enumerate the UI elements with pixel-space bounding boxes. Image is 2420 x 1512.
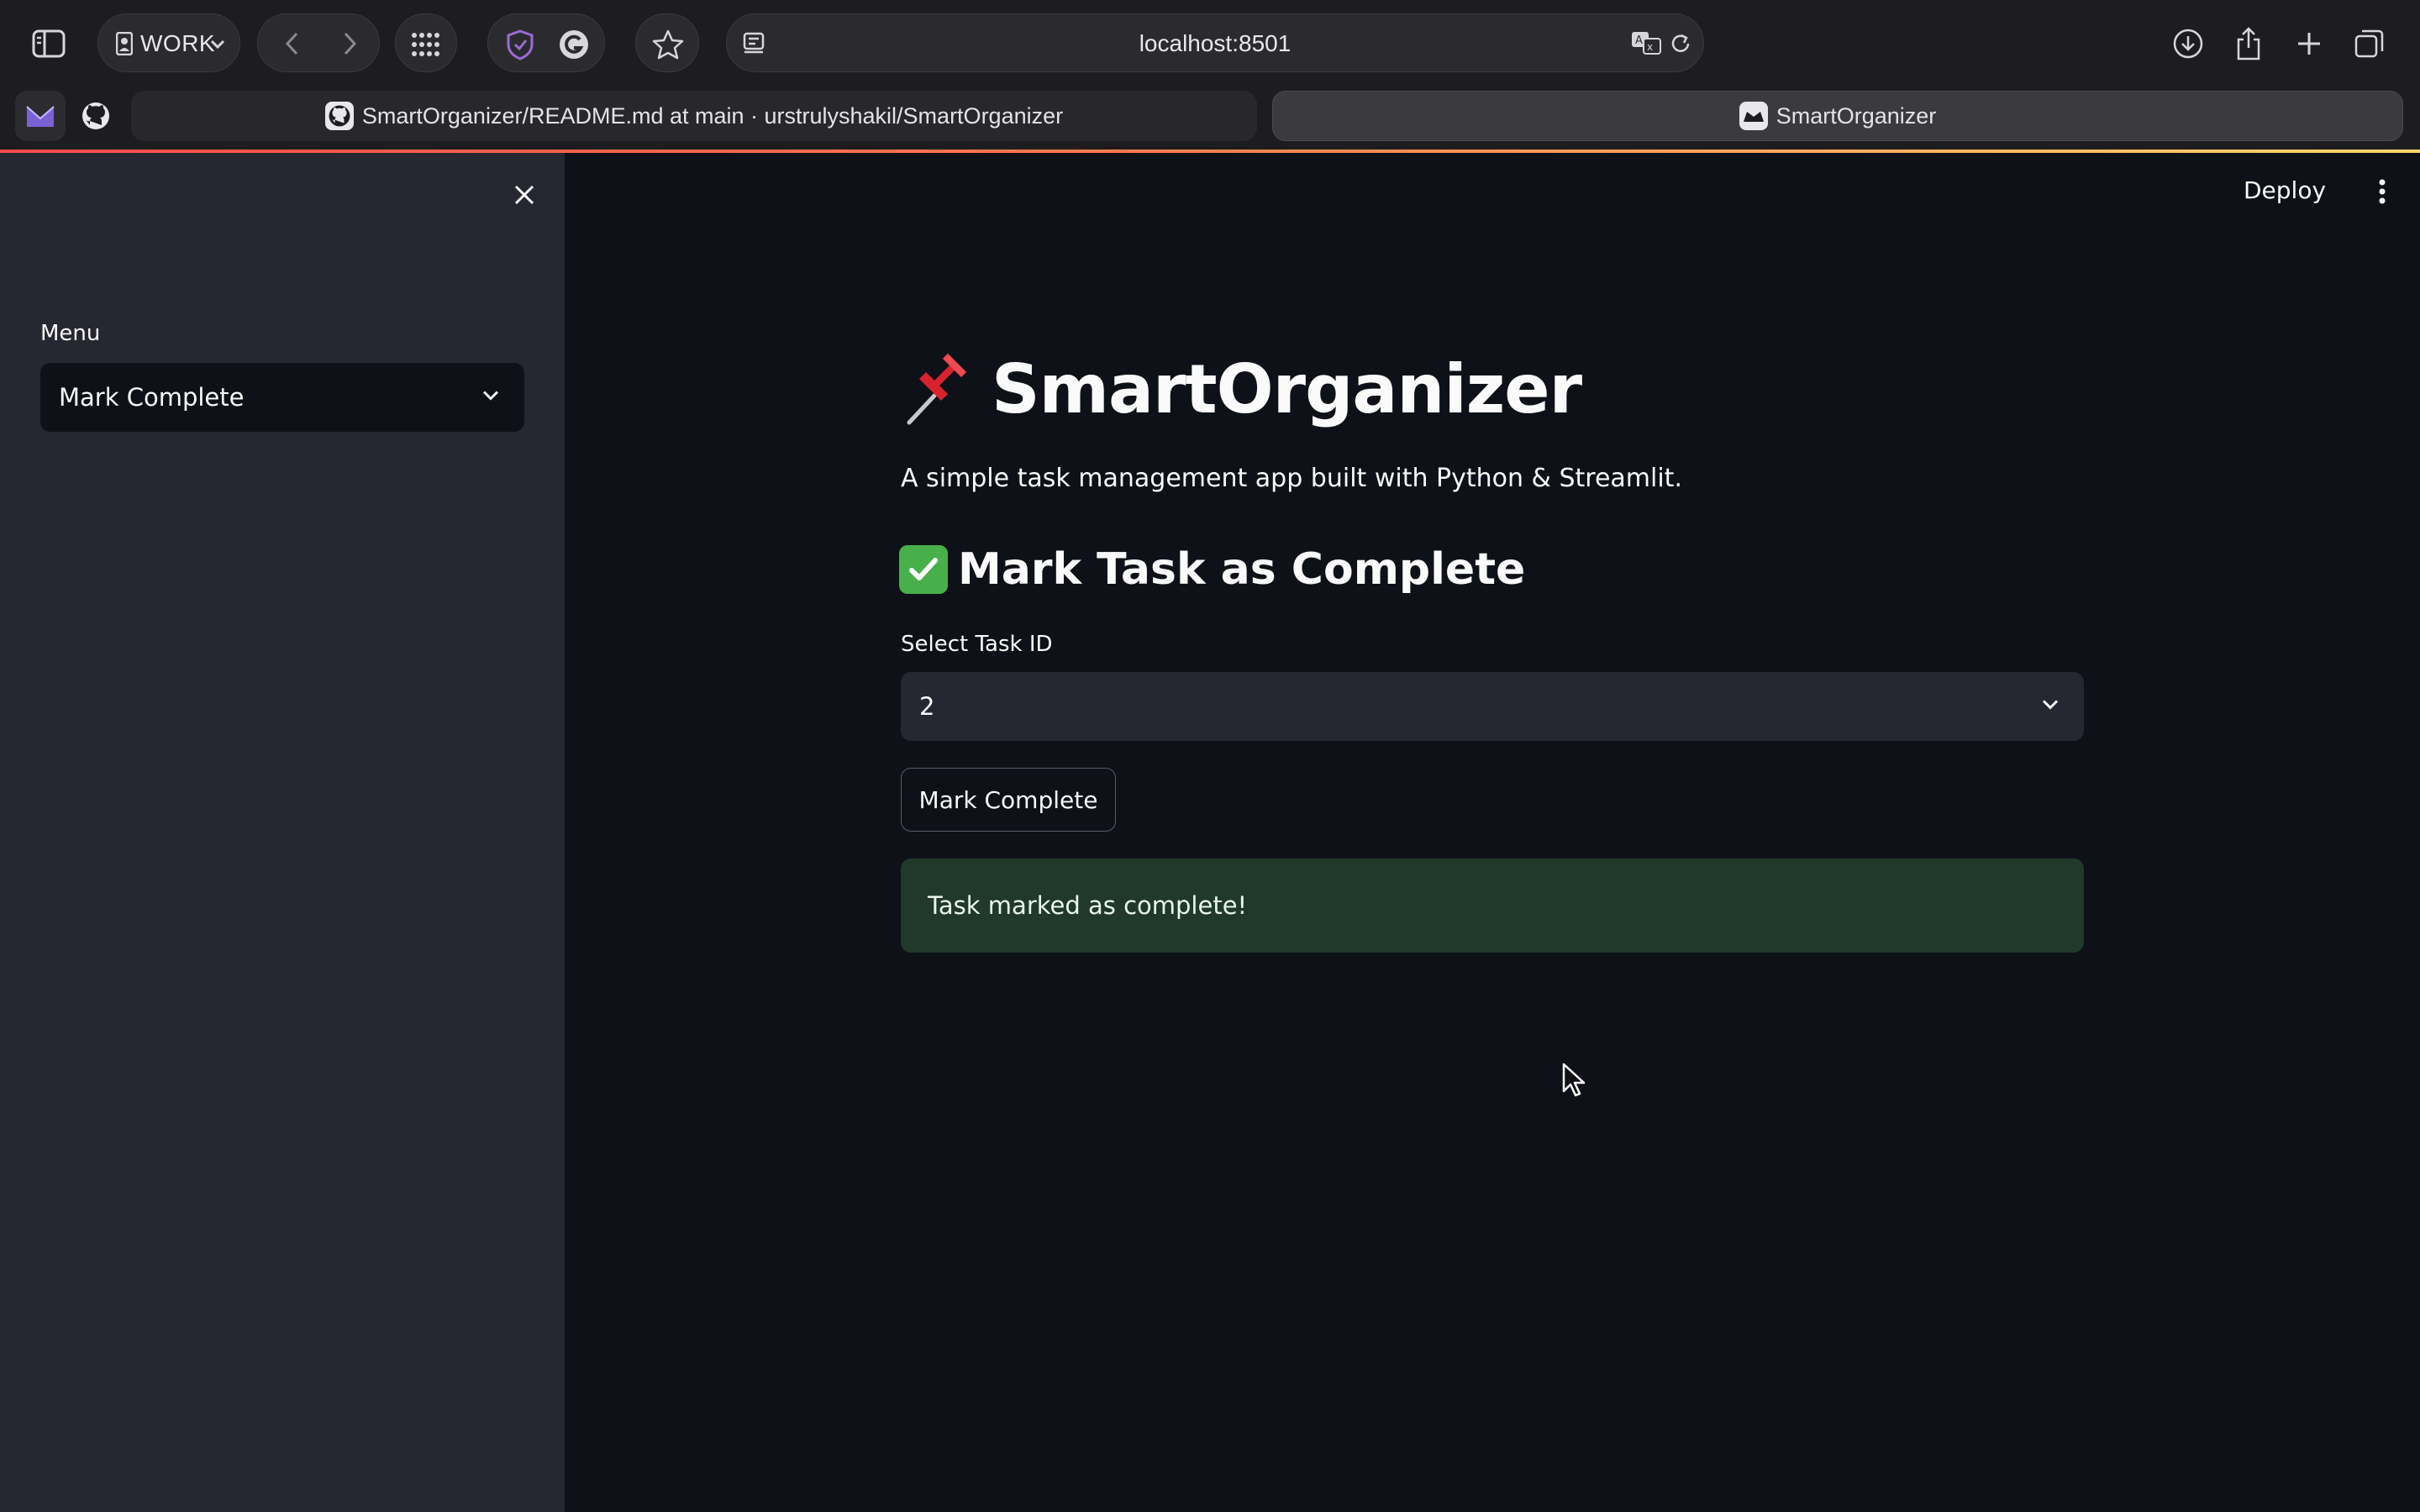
address-bar[interactable]: localhost:8501 Ax — [726, 13, 1704, 72]
grammarly-icon[interactable] — [555, 26, 592, 63]
url-text: localhost:8501 — [1139, 30, 1292, 56]
tab-github-readme[interactable]: SmartOrganizer/README.md at main · urstr… — [131, 91, 1257, 141]
new-tab-icon[interactable] — [2291, 25, 2328, 62]
app-subtitle: A simple task management app built with … — [901, 464, 1682, 493]
menu-label: Menu — [40, 321, 101, 346]
close-sidebar-icon[interactable] — [508, 178, 541, 212]
profile-switcher[interactable]: WORK — [97, 13, 240, 72]
translate-icon[interactable]: Ax — [1629, 28, 1663, 58]
shield-extension-icon[interactable] — [502, 26, 539, 63]
apps-group — [395, 13, 457, 72]
star-icon[interactable] — [650, 26, 687, 63]
task-id-label: Select Task ID — [901, 632, 1053, 657]
sidebar-toggle-icon[interactable] — [30, 25, 67, 62]
apps-grid-icon[interactable] — [408, 26, 445, 63]
github-favicon-icon — [324, 102, 354, 130]
browser-toolbar: WORK localhost:8501 A x — [0, 0, 2420, 86]
pinned-tab-proton-mail[interactable] — [15, 91, 66, 141]
pinned-tab-github[interactable] — [71, 91, 121, 141]
bookmark-group — [635, 13, 699, 72]
download-icon[interactable] — [2170, 25, 2207, 62]
page-title: SmartOrganizer — [899, 343, 1582, 435]
success-alert: Task marked as complete! — [901, 858, 2084, 953]
menu-select[interactable]: Mark Complete — [40, 363, 524, 432]
tab-overview-icon[interactable] — [2351, 25, 2388, 62]
svg-text:x: x — [1647, 41, 1653, 53]
deploy-button[interactable]: Deploy — [2244, 176, 2326, 204]
mouse-cursor-icon — [1561, 1062, 1586, 1103]
success-message: Task marked as complete! — [928, 891, 1248, 920]
svg-text:A: A — [1635, 34, 1643, 47]
back-icon[interactable] — [275, 27, 308, 60]
reload-icon[interactable] — [1666, 29, 1695, 58]
chevron-down-icon — [481, 389, 501, 407]
check-mark-icon — [899, 545, 948, 594]
profile-label: WORK — [140, 30, 216, 56]
profile-icon — [113, 29, 135, 58]
task-id-select[interactable]: 2 — [901, 672, 2084, 741]
menu-selected-value: Mark Complete — [59, 383, 245, 412]
mark-complete-button[interactable]: Mark Complete — [901, 768, 1116, 832]
task-id-value: 2 — [919, 692, 935, 721]
pushpin-icon — [899, 349, 980, 429]
forward-icon[interactable] — [334, 27, 367, 60]
section-title: Mark Task as Complete — [958, 544, 1526, 595]
tab-bar: SmartOrganizer/README.md at main · urstr… — [0, 86, 2420, 151]
chevron-down-icon — [2040, 698, 2060, 716]
tab-smartorganizer[interactable]: SmartOrganizer — [1272, 91, 2403, 141]
chevron-down-icon — [208, 34, 228, 55]
streamlit-favicon-icon — [1739, 102, 1768, 130]
app-title: SmartOrganizer — [992, 349, 1582, 428]
section-heading: Mark Task as Complete — [899, 538, 1525, 601]
tab-title: SmartOrganizer/README.md at main · urstr… — [361, 102, 1064, 129]
app-sidebar: Menu Mark Complete — [0, 153, 565, 1512]
more-options-icon[interactable] — [2370, 175, 2395, 208]
nav-group — [257, 13, 380, 72]
share-icon[interactable] — [2230, 24, 2267, 64]
extensions-group — [487, 13, 605, 72]
tab-title: SmartOrganizer — [1776, 102, 1937, 129]
